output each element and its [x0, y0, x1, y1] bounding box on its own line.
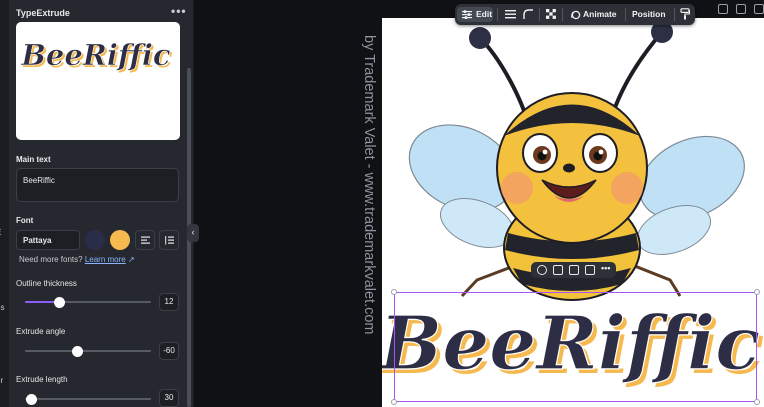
font-label: Font — [16, 216, 34, 225]
duplicate-icon[interactable] — [569, 265, 579, 275]
spacing-icon — [165, 236, 174, 245]
toolbar-divider — [625, 8, 626, 21]
outline-value-input[interactable]: 12 — [159, 293, 179, 311]
more-options-button[interactable]: ••• — [171, 4, 187, 18]
typeextrude-panel: TypeExtrude ••• BeeRiffic BeeRiffic Main… — [9, 0, 194, 407]
align-left-icon — [141, 236, 150, 244]
paint-roller-icon[interactable] — [680, 8, 690, 20]
toolbar-divider — [539, 8, 540, 21]
toolbar-divider — [562, 8, 563, 21]
duplicate-page-icon[interactable] — [736, 4, 746, 14]
extrude-color-swatch[interactable] — [110, 230, 130, 250]
angle-slider-track[interactable] — [25, 350, 151, 352]
animate-label: Animate — [583, 9, 617, 19]
more-fonts-hint: Need more fonts? Learn more ↗ — [19, 255, 135, 264]
resize-handle[interactable] — [391, 399, 397, 405]
angle-slider-knob[interactable] — [72, 346, 84, 357]
resize-handle[interactable] — [391, 289, 397, 295]
comment-icon[interactable] — [537, 265, 547, 275]
lock-page-icon[interactable] — [718, 4, 728, 14]
edit-button[interactable]: Edit — [457, 7, 493, 22]
rail-fragment: E — [0, 228, 1, 237]
preview-text: BeeRiffic — [20, 38, 171, 72]
add-page-icon[interactable] — [754, 4, 764, 14]
length-slider-knob[interactable] — [25, 394, 37, 405]
toolbar-divider — [497, 8, 498, 21]
angle-value-input[interactable]: -60 — [159, 342, 179, 360]
antenna-tip-icon — [469, 27, 491, 49]
border-style-icon[interactable] — [505, 10, 516, 19]
font-select[interactable]: Pattaya — [16, 230, 80, 250]
external-link-icon: ↗ — [127, 255, 135, 264]
spacing-button[interactable] — [159, 230, 179, 250]
main-text-input[interactable]: BeeRiffic — [16, 168, 179, 202]
extrude-length-label: Extrude length — [16, 375, 68, 384]
more-fonts-prompt: Need more fonts? — [19, 255, 83, 264]
extrude-preview: BeeRiffic BeeRiffic — [16, 22, 180, 140]
edit-label: Edit — [476, 9, 493, 19]
learn-more-link[interactable]: Learn more — [85, 255, 126, 264]
outline-thickness-label: Outline thickness — [16, 279, 77, 288]
toolbar-divider — [674, 8, 675, 21]
main-text-label: Main text — [16, 155, 51, 164]
more-icon[interactable]: ••• — [601, 263, 610, 273]
corner-rounding-icon[interactable] — [523, 9, 533, 20]
position-button[interactable]: Position — [632, 7, 674, 22]
panel-title: TypeExtrude — [16, 8, 70, 18]
lock-icon[interactable] — [553, 265, 563, 275]
selection-outline — [394, 292, 757, 402]
transparency-icon[interactable] — [546, 9, 556, 19]
element-action-bar: ••• — [531, 262, 616, 278]
outline-slider-knob[interactable] — [53, 297, 65, 308]
context-toolbar: Edit Animate Position — [455, 4, 695, 25]
rail-fragment: or — [0, 376, 4, 385]
length-slider-track[interactable] — [25, 398, 151, 400]
trash-icon[interactable] — [585, 265, 595, 275]
watermark-text: by Trademark Valet - www.trademarkvalet.… — [361, 35, 377, 335]
animate-button[interactable]: Animate — [569, 7, 625, 22]
rail-fragment: es — [0, 303, 5, 312]
length-value-input[interactable]: 30 — [159, 389, 179, 407]
sliders-icon — [462, 10, 472, 19]
animate-icon — [571, 10, 581, 20]
editor-window: c n E es or TypeExtrude ••• BeeRiffic Be… — [0, 0, 764, 407]
extrude-angle-label: Extrude angle — [16, 327, 66, 336]
collapse-panel-button[interactable]: ‹ — [187, 224, 199, 242]
left-rail: c n E es or — [0, 0, 9, 407]
resize-handle[interactable] — [754, 399, 760, 405]
text-color-swatch[interactable] — [85, 230, 105, 250]
resize-handle[interactable] — [754, 289, 760, 295]
align-left-button[interactable] — [135, 230, 155, 250]
